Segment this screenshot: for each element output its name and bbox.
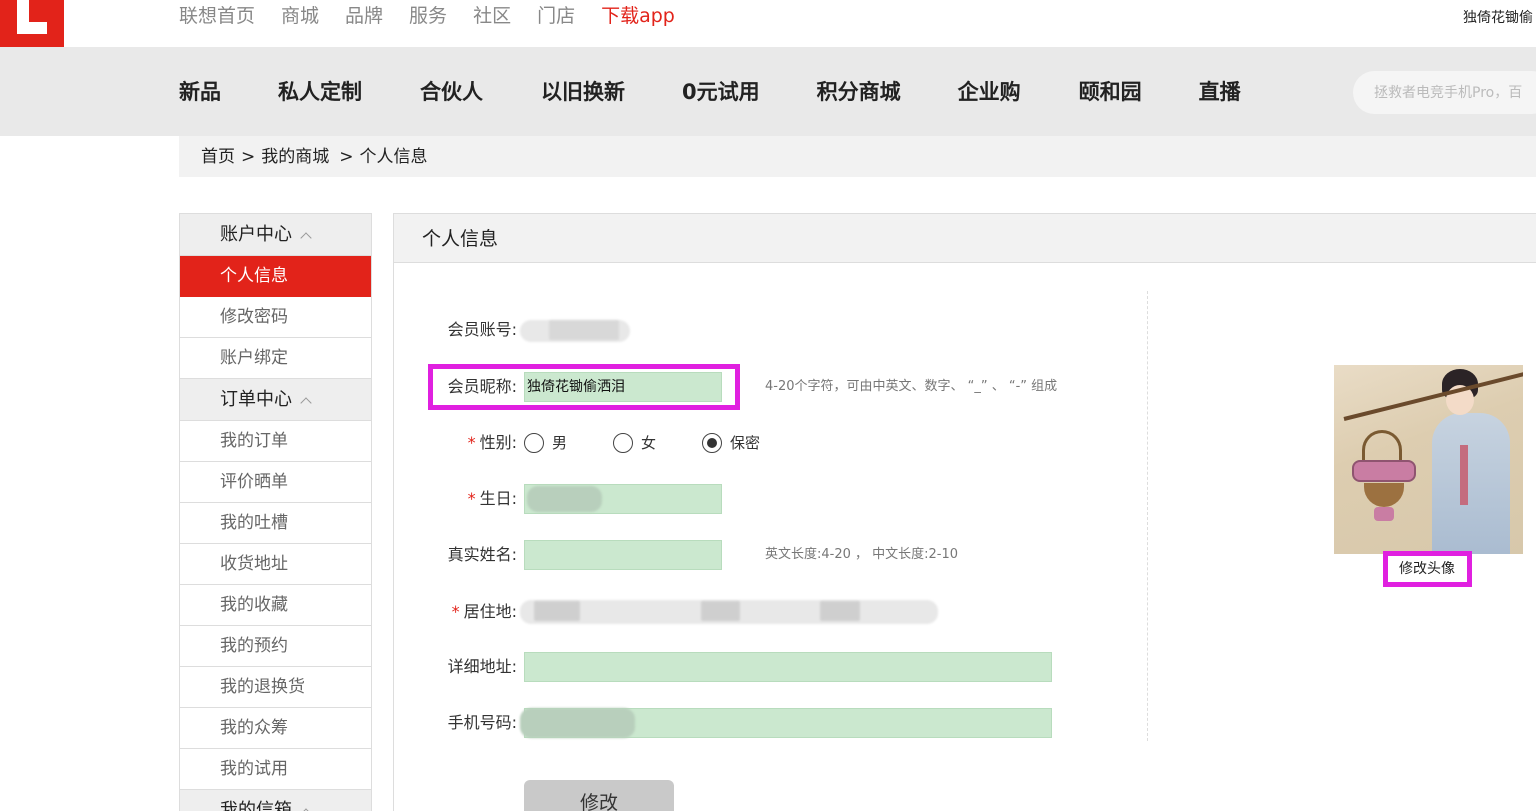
top-link-download-app[interactable]: 下载app — [601, 3, 675, 29]
breadcrumb: 首页 > 我的商城 > 个人信息 — [179, 136, 1536, 177]
sidebar-item-favorites[interactable]: 我的收藏 — [180, 585, 371, 626]
top-link-home[interactable]: 联想首页 — [179, 3, 255, 29]
gender-label-text: 性别: — [479, 433, 517, 452]
submit-button[interactable]: 修改 — [524, 780, 674, 811]
chevron-up-icon — [300, 397, 312, 409]
required-mark: * — [467, 433, 476, 452]
top-username[interactable]: 独倚花锄偷 — [1463, 7, 1536, 27]
address-row: 详细地址: — [394, 652, 517, 682]
breadcrumb-separator: > — [339, 147, 354, 167]
sidebar: 账户中心 个人信息 修改密码 账户绑定 订单中心 我的订单 评价晒单 我的吐槽 … — [179, 213, 372, 811]
birthday-row: * 生日: — [394, 484, 517, 514]
phone-value-redacted — [520, 708, 635, 738]
sidebar-group-orders[interactable]: 订单中心 — [180, 379, 371, 421]
nav-item-yiheyuan[interactable]: 颐和园 — [1079, 78, 1142, 106]
lenovo-logo[interactable] — [0, 0, 64, 47]
sidebar-item-profile[interactable]: 个人信息 — [180, 256, 371, 297]
realname-label: 真实姓名: — [447, 545, 517, 564]
main-nav: 新品 私人定制 合伙人 以旧换新 0元试用 积分商城 企业购 颐和园 直播 — [0, 47, 1536, 136]
required-mark: * — [451, 602, 460, 621]
avatar-image — [1334, 365, 1523, 554]
nickname-input[interactable]: 独倚花锄偷洒泪 — [524, 372, 722, 402]
province-select[interactable] — [534, 601, 580, 621]
sidebar-item-account-binding[interactable]: 账户绑定 — [180, 338, 371, 379]
sidebar-item-addresses[interactable]: 收货地址 — [180, 544, 371, 585]
sidebar-item-complaints[interactable]: 我的吐槽 — [180, 503, 371, 544]
top-link-community[interactable]: 社区 — [473, 3, 511, 29]
gender-option-male[interactable]: 男 — [552, 433, 567, 453]
top-link-service[interactable]: 服务 — [409, 3, 447, 29]
breadcrumb-home[interactable]: 首页 — [201, 147, 235, 167]
search-input[interactable] — [1353, 71, 1536, 114]
sidebar-group-mailbox[interactable]: 我的信箱 — [180, 790, 371, 811]
gender-radio-male[interactable] — [524, 433, 544, 453]
birthday-value-redacted — [527, 486, 602, 512]
gender-radio-female[interactable] — [613, 433, 633, 453]
address-label: 详细地址: — [447, 657, 517, 676]
nav-item-live[interactable]: 直播 — [1199, 78, 1241, 106]
nickname-label: 会员昵称: — [447, 377, 517, 396]
birthday-label-text: 生日: — [479, 489, 517, 508]
residence-label-text: 居住地: — [463, 602, 517, 621]
top-link-brand[interactable]: 品牌 — [345, 3, 383, 29]
realname-input[interactable] — [524, 540, 722, 570]
nav-item-new[interactable]: 新品 — [179, 78, 221, 106]
change-avatar-button[interactable]: 修改头像 — [1388, 556, 1466, 580]
profile-panel: 个人信息 会员账号: 会员昵称: 独倚花锄偷洒泪 4-20个字符，可由中英文、数… — [393, 213, 1536, 811]
city-select[interactable] — [701, 601, 740, 621]
residence-label: * 居住地: — [452, 597, 517, 627]
sidebar-item-reservations[interactable]: 我的预约 — [180, 626, 371, 667]
sidebar-item-returns[interactable]: 我的退换货 — [180, 667, 371, 708]
gender-radio-secret[interactable] — [702, 433, 722, 453]
search-box — [1353, 71, 1536, 114]
gender-option-female[interactable]: 女 — [641, 433, 656, 453]
breadcrumb-current: 个人信息 — [359, 147, 428, 167]
gender-row: * 性别: — [394, 428, 517, 458]
sidebar-group-account[interactable]: 账户中心 — [180, 214, 371, 256]
account-value-redacted — [549, 320, 619, 340]
sidebar-item-change-password[interactable]: 修改密码 — [180, 297, 371, 338]
residence-row: * 居住地: — [394, 597, 517, 627]
nav-item-trade-in[interactable]: 以旧换新 — [541, 78, 625, 106]
sidebar-item-my-orders[interactable]: 我的订单 — [180, 421, 371, 462]
sidebar-group-label: 订单中心 — [220, 389, 292, 410]
divider — [1147, 291, 1148, 741]
breadcrumb-separator: > — [241, 147, 256, 167]
district-select[interactable] — [820, 601, 860, 621]
gender-option-secret[interactable]: 保密 — [730, 433, 760, 453]
nickname-row: 会员昵称: — [394, 372, 517, 402]
account-label: 会员账号: — [447, 320, 517, 339]
nav-item-partner[interactable]: 合伙人 — [420, 78, 483, 106]
sidebar-group-label: 我的信箱 — [220, 800, 292, 811]
chevron-up-icon — [300, 232, 312, 244]
breadcrumb-my-mall[interactable]: 我的商城 — [261, 147, 329, 167]
top-links: 联想首页 商城 品牌 服务 社区 门店 下载app — [179, 3, 701, 29]
sidebar-item-trials[interactable]: 我的试用 — [180, 749, 371, 790]
nav-item-enterprise[interactable]: 企业购 — [958, 78, 1021, 106]
account-row: 会员账号: — [394, 315, 517, 345]
nav-item-custom[interactable]: 私人定制 — [278, 78, 362, 106]
top-link-mall[interactable]: 商城 — [281, 3, 319, 29]
birthday-label: * 生日: — [468, 484, 517, 514]
realname-row: 真实姓名: — [394, 540, 517, 570]
nickname-hint: 4-20个字符，可由中英文、数字、 “_” 、 “-” 组成 — [765, 379, 1058, 394]
required-mark: * — [467, 489, 476, 508]
address-input[interactable] — [524, 652, 1052, 682]
nav-item-free-trial[interactable]: 0元试用 — [682, 78, 760, 106]
sidebar-item-crowdfunding[interactable]: 我的众筹 — [180, 708, 371, 749]
sidebar-item-reviews[interactable]: 评价晒单 — [180, 462, 371, 503]
gender-label: * 性别: — [468, 428, 517, 458]
phone-label: 手机号码: — [447, 713, 517, 732]
phone-row: 手机号码: — [394, 708, 517, 738]
realname-hint: 英文长度:4-20 ， 中文长度:2-10 — [765, 547, 959, 562]
panel-title: 个人信息 — [394, 214, 1536, 263]
sidebar-group-label: 账户中心 — [220, 224, 292, 245]
nav-item-points-mall[interactable]: 积分商城 — [817, 78, 901, 106]
top-link-store[interactable]: 门店 — [537, 3, 575, 29]
top-bar: 联想首页 商城 品牌 服务 社区 门店 下载app 独倚花锄偷 — [0, 0, 1536, 47]
